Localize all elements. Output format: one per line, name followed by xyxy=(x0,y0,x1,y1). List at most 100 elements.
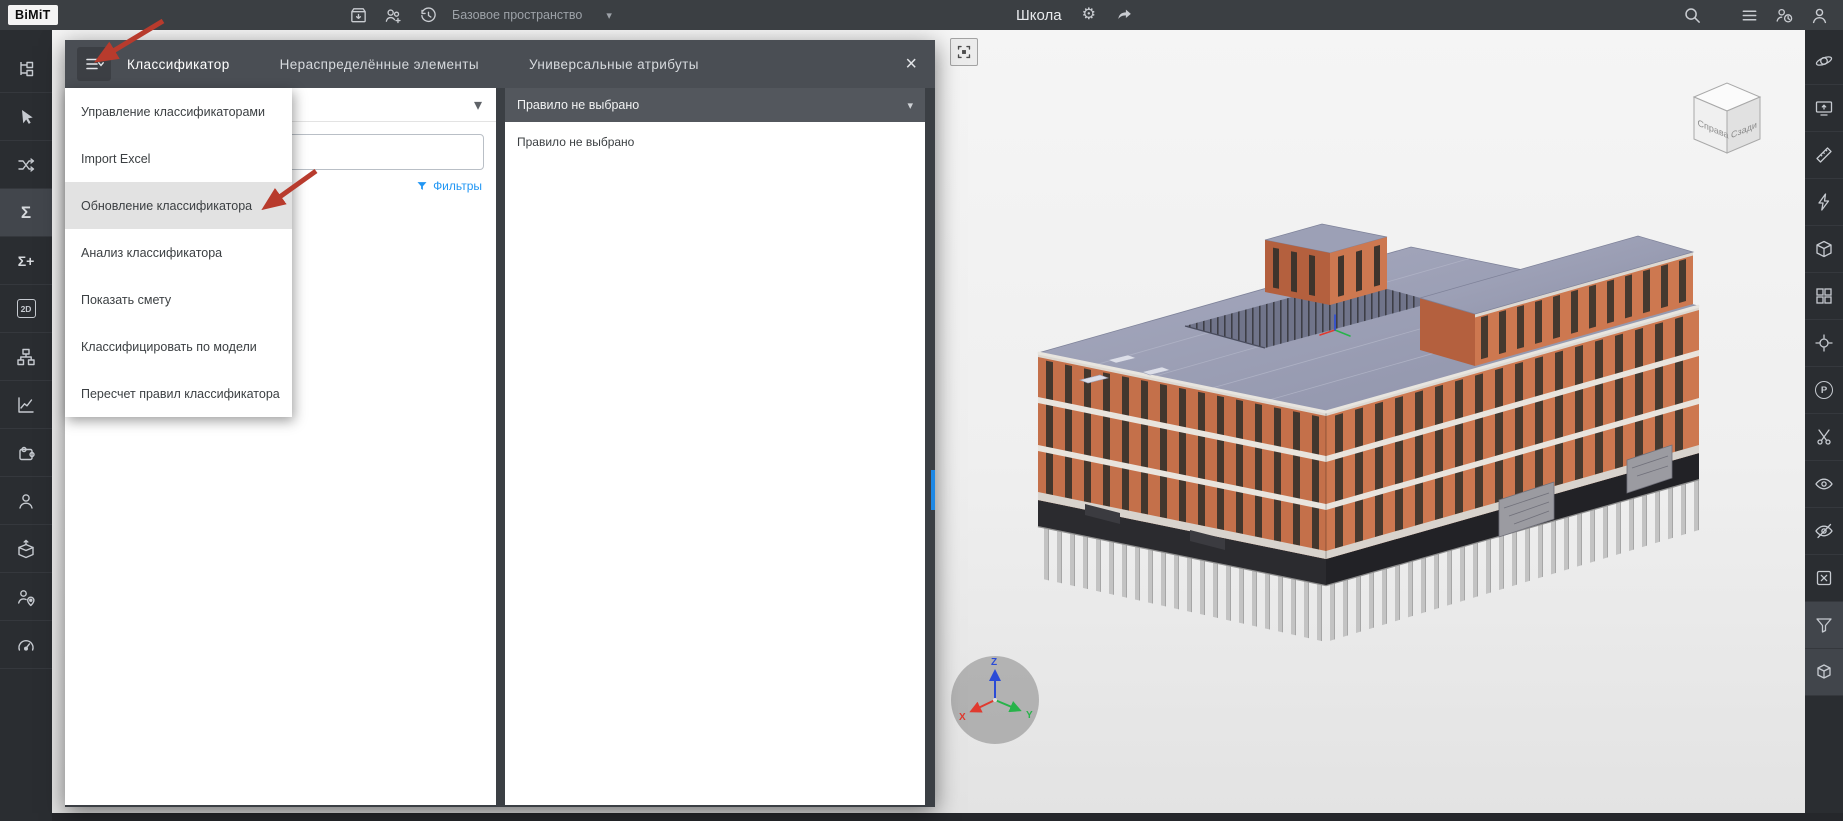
share-icon[interactable] xyxy=(1116,6,1134,24)
tool-cut[interactable] xyxy=(1805,414,1843,461)
rule-pane: Правило не выбрано ▾ Правило не выбрано xyxy=(505,88,925,805)
chevron-down-icon: ▾ xyxy=(473,96,482,114)
capture-region-button[interactable] xyxy=(950,38,978,66)
clear-selection-icon xyxy=(1814,568,1834,588)
left-toolbar: Σ Σ+ 2D xyxy=(0,30,52,821)
view-2d-icon: 2D xyxy=(16,299,36,318)
menu-item-update-classifier[interactable]: Обновление классификатора xyxy=(65,182,292,229)
session-icon[interactable] xyxy=(1775,6,1794,25)
hide-element-icon xyxy=(1814,521,1834,541)
filter-icon xyxy=(1814,615,1834,635)
toolbar-item-connections[interactable] xyxy=(0,141,52,189)
tool-clear-selection[interactable] xyxy=(1805,555,1843,602)
tool-plan-mode[interactable]: P xyxy=(1805,367,1843,414)
cut-icon xyxy=(1814,427,1834,447)
top-bar: BiMiT Базовое пространство ▾ Школа ⚙ xyxy=(0,0,1843,30)
bottom-strip xyxy=(0,813,1843,821)
classifier-panel: Классификатор Нераспределённые элементы … xyxy=(65,40,935,807)
axis-y-label: Y xyxy=(1026,710,1033,721)
rule-selector[interactable]: Правило не выбрано ▾ xyxy=(505,88,925,122)
archive-box-icon[interactable] xyxy=(349,6,368,25)
toolbar-item-users[interactable] xyxy=(0,477,52,525)
chevron-down-icon: ▾ xyxy=(907,99,913,112)
toolbar-item-export-model[interactable] xyxy=(0,525,52,573)
menu-item-classify-by-model[interactable]: Классифицировать по модели xyxy=(65,323,292,370)
select-cursor-icon xyxy=(16,107,36,127)
tool-orbit[interactable] xyxy=(1805,38,1843,85)
tool-section-box[interactable] xyxy=(1805,226,1843,273)
classifier-tabs: Классификатор Нераспределённые элементы … xyxy=(127,57,699,72)
tab-universal-attributes[interactable]: Универсальные атрибуты xyxy=(529,57,699,72)
topbar-left-icons xyxy=(349,0,438,30)
topbar-center: Школа ⚙ xyxy=(1016,0,1134,30)
rule-empty-text: Правило не выбрано xyxy=(517,135,635,149)
menu-item-manage-classifiers[interactable]: Управление классификаторами xyxy=(65,88,292,135)
tool-hide-element[interactable] xyxy=(1805,508,1843,555)
axis-x-label: X xyxy=(959,712,966,723)
filters-label: Фильтры xyxy=(433,179,482,193)
tool-screen-cast[interactable] xyxy=(1805,85,1843,132)
tool-clash[interactable] xyxy=(1805,179,1843,226)
toolbar-item-select[interactable] xyxy=(0,93,52,141)
menu-item-show-estimate[interactable]: Показать смету xyxy=(65,276,292,323)
classifier-panel-header: Классификатор Нераспределённые элементы … xyxy=(65,40,935,88)
tool-filter[interactable] xyxy=(1805,602,1843,649)
focus-icon xyxy=(1814,333,1834,353)
view-cube-icon xyxy=(1814,662,1834,682)
grid-icon xyxy=(1814,286,1834,306)
axis-gizmo[interactable]: Z X Y xyxy=(947,652,1047,752)
structure-tree-icon xyxy=(16,59,36,79)
toolbar-item-structure[interactable] xyxy=(0,45,52,93)
plugins-icon xyxy=(16,443,36,463)
workspace-label: Базовое пространство xyxy=(452,8,583,22)
plan-mode-icon: P xyxy=(1815,381,1833,399)
measure-icon xyxy=(1814,145,1834,165)
tool-grid[interactable] xyxy=(1805,273,1843,320)
gear-icon[interactable]: ⚙ xyxy=(1082,7,1096,23)
section-box-icon xyxy=(1814,239,1834,259)
menu-item-recalc-rules[interactable]: Пересчет правил классификатора xyxy=(65,370,292,417)
classifier-menu-button[interactable] xyxy=(77,47,111,81)
right-toolbar: P xyxy=(1805,30,1843,813)
toolbar-item-classifier-plus[interactable]: Σ+ xyxy=(0,237,52,285)
menu-item-analyze-classifier[interactable]: Анализ классификатора xyxy=(65,229,292,276)
toolbar-item-2d[interactable]: 2D xyxy=(0,285,52,333)
tool-view-cube[interactable] xyxy=(1805,649,1843,696)
classifier-menu: Управление классификаторами Import Excel… xyxy=(65,88,292,417)
toolbar-item-charts[interactable] xyxy=(0,381,52,429)
app-logo: BiMiT xyxy=(8,5,58,25)
tab-classifier[interactable]: Классификатор xyxy=(127,57,230,72)
search-icon[interactable] xyxy=(1683,6,1702,25)
export-box-icon xyxy=(16,539,36,559)
toolbar-item-user-location[interactable] xyxy=(0,573,52,621)
navigation-cube[interactable]: Справа Сзади xyxy=(1682,75,1772,165)
menu-item-import-excel[interactable]: Import Excel xyxy=(65,135,292,182)
charts-icon xyxy=(16,395,36,415)
tool-show-element[interactable] xyxy=(1805,461,1843,508)
history-icon[interactable] xyxy=(419,6,438,25)
toolbar-item-dashboard[interactable] xyxy=(0,621,52,669)
toolbar-item-classifier[interactable]: Σ xyxy=(0,189,52,237)
toolbar-item-plugins[interactable] xyxy=(0,429,52,477)
clash-bolt-icon xyxy=(1814,192,1834,212)
axis-z-label: Z xyxy=(991,657,997,668)
show-element-icon xyxy=(1814,474,1834,494)
users-icon xyxy=(16,491,36,511)
toolbar-item-org-structure[interactable] xyxy=(0,333,52,381)
tool-measure[interactable] xyxy=(1805,132,1843,179)
user-location-icon xyxy=(16,587,36,607)
close-icon[interactable]: × xyxy=(905,54,917,74)
workspace-selector[interactable]: Базовое пространство ▾ xyxy=(452,0,612,30)
list-icon[interactable] xyxy=(1740,6,1759,25)
org-structure-icon xyxy=(16,347,36,367)
account-icon[interactable] xyxy=(1810,6,1829,25)
tool-focus[interactable] xyxy=(1805,320,1843,367)
add-group-icon[interactable] xyxy=(384,6,403,25)
connections-icon xyxy=(16,155,36,175)
gauge-icon xyxy=(16,635,36,655)
chevron-down-icon: ▾ xyxy=(606,9,612,22)
project-title: Школа xyxy=(1016,6,1062,24)
filter-icon xyxy=(417,182,427,190)
panel-scroll-thumb[interactable] xyxy=(931,470,935,510)
tab-unallocated-elements[interactable]: Нераспределённые элементы xyxy=(280,57,479,72)
